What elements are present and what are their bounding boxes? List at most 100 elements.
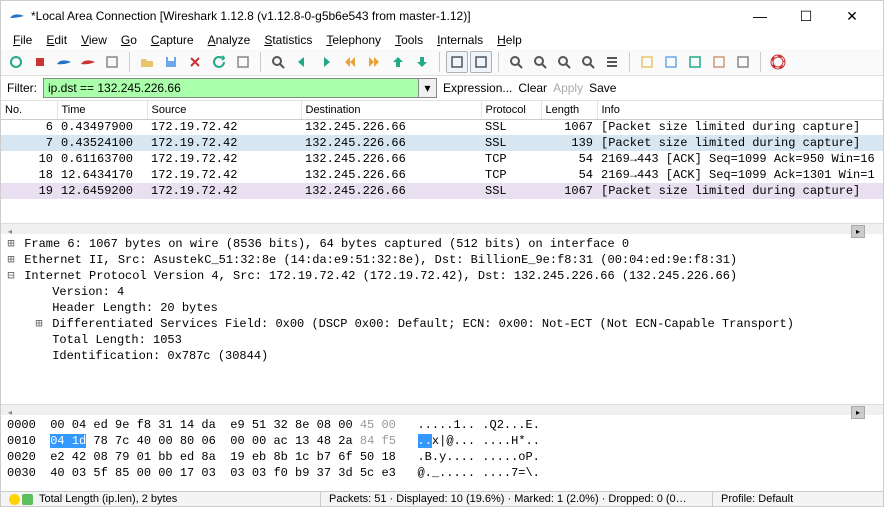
cell: 19 bbox=[1, 183, 57, 199]
column-protocol[interactable]: Protocol bbox=[481, 101, 541, 119]
packet-details-pane[interactable]: ⊞ Frame 6: 1067 bytes on wire (8536 bits… bbox=[1, 234, 883, 404]
hex-line[interactable]: 0010 04 1d 78 7c 40 00 80 06 00 00 ac 13… bbox=[7, 433, 877, 449]
expert-info-icon[interactable] bbox=[9, 494, 33, 505]
packet-row[interactable]: 100.61163700172.19.72.42132.245.226.66TC… bbox=[1, 151, 883, 167]
expression-button[interactable]: Expression... bbox=[443, 81, 512, 95]
cell: SSL bbox=[481, 183, 541, 199]
filter-dropdown[interactable]: ▾ bbox=[419, 78, 437, 98]
packet-row[interactable]: 70.43524100172.19.72.42132.245.226.66SSL… bbox=[1, 135, 883, 151]
detail-text: Identification: 0x787c (30844) bbox=[45, 349, 268, 363]
menu-statistics[interactable]: Statistics bbox=[258, 31, 318, 49]
cell: 1067 bbox=[541, 183, 597, 199]
menu-internals[interactable]: Internals bbox=[431, 31, 489, 49]
checkbox-icon[interactable] bbox=[684, 51, 706, 73]
cell: 1067 bbox=[541, 119, 597, 135]
menu-view[interactable]: View bbox=[75, 31, 113, 49]
window-title: *Local Area Connection [Wireshark 1.12.8… bbox=[31, 9, 737, 23]
status-profile[interactable]: Profile: Default bbox=[713, 492, 883, 506]
packet-row[interactable]: 1912.6459200172.19.72.42132.245.226.66SS… bbox=[1, 183, 883, 199]
up-arrow-icon[interactable] bbox=[387, 51, 409, 73]
packet-row[interactable]: 60.43497900172.19.72.42132.245.226.66SSL… bbox=[1, 119, 883, 135]
folder-icon[interactable] bbox=[136, 51, 158, 73]
detail-row[interactable]: Header Length: 20 bytes bbox=[5, 300, 879, 316]
minimize-button[interactable]: — bbox=[737, 1, 783, 31]
packet-list-hscroll[interactable]: ◂▸ bbox=[1, 223, 883, 234]
hex-line[interactable]: 0020 e2 42 08 79 01 bb ed 8a 19 eb 8b 1c… bbox=[7, 449, 877, 465]
detail-text: Total Length: 1053 bbox=[45, 333, 182, 347]
cell: TCP bbox=[481, 167, 541, 183]
stop-icon[interactable] bbox=[29, 51, 51, 73]
menu-tools[interactable]: Tools bbox=[389, 31, 429, 49]
record-icon[interactable] bbox=[5, 51, 27, 73]
packet-bytes-pane[interactable]: 0000 00 04 ed 9e f8 31 14 da e9 51 32 8e… bbox=[1, 415, 883, 491]
maximize-button[interactable]: ☐ bbox=[783, 1, 829, 31]
column-time[interactable]: Time bbox=[57, 101, 147, 119]
expand-icon[interactable]: ⊞ bbox=[5, 252, 17, 268]
clear-button[interactable]: Clear bbox=[518, 81, 547, 95]
back-green-icon[interactable] bbox=[291, 51, 313, 73]
collapse-icon[interactable]: ⊟ bbox=[5, 268, 17, 284]
find-icon[interactable] bbox=[267, 51, 289, 73]
zoom-in-icon[interactable] bbox=[505, 51, 527, 73]
print-icon[interactable] bbox=[232, 51, 254, 73]
reload-icon[interactable] bbox=[208, 51, 230, 73]
resize-cols-icon[interactable] bbox=[601, 51, 623, 73]
status-stats: Packets: 51 · Displayed: 10 (19.6%) · Ma… bbox=[321, 492, 713, 506]
apply-button[interactable]: Apply bbox=[553, 81, 583, 95]
menu-edit[interactable]: Edit bbox=[40, 31, 73, 49]
menu-file[interactable]: File bbox=[7, 31, 38, 49]
save-button[interactable]: Save bbox=[589, 81, 616, 95]
packet-row[interactable]: 1812.6434170172.19.72.42132.245.226.66TC… bbox=[1, 167, 883, 183]
save-icon[interactable] bbox=[160, 51, 182, 73]
preferences-icon[interactable] bbox=[101, 51, 123, 73]
chat-icon[interactable] bbox=[636, 51, 658, 73]
menu-analyze[interactable]: Analyze bbox=[202, 31, 257, 49]
down-arrow-icon[interactable] bbox=[411, 51, 433, 73]
detail-row[interactable]: Total Length: 1053 bbox=[5, 332, 879, 348]
packet-list-pane[interactable]: No.TimeSourceDestinationProtocolLengthIn… bbox=[1, 101, 883, 223]
zoom-fit-icon[interactable] bbox=[577, 51, 599, 73]
detail-row[interactable]: ⊟ Internet Protocol Version 4, Src: 172.… bbox=[5, 268, 879, 284]
rewind-icon[interactable] bbox=[339, 51, 361, 73]
menu-capture[interactable]: Capture bbox=[145, 31, 200, 49]
close-icon[interactable] bbox=[184, 51, 206, 73]
shark-red-icon[interactable] bbox=[77, 51, 99, 73]
cell: 7 bbox=[1, 135, 57, 151]
details-hscroll[interactable]: ◂▸ bbox=[1, 404, 883, 415]
gear-icon[interactable] bbox=[732, 51, 754, 73]
zoom-actual-icon[interactable] bbox=[553, 51, 575, 73]
menu-help[interactable]: Help bbox=[491, 31, 528, 49]
wrench-icon[interactable] bbox=[708, 51, 730, 73]
hex-line[interactable]: 0000 00 04 ed 9e f8 31 14 da e9 51 32 8e… bbox=[7, 417, 877, 433]
group2-icon[interactable] bbox=[470, 51, 492, 73]
column-destination[interactable]: Destination bbox=[301, 101, 481, 119]
app-icon bbox=[9, 8, 25, 24]
close-button[interactable]: ✕ bbox=[829, 1, 875, 31]
zoom-out-icon[interactable] bbox=[529, 51, 551, 73]
group1-icon[interactable] bbox=[446, 51, 468, 73]
statusbar: Total Length (ip.len), 2 bytes Packets: … bbox=[1, 491, 883, 506]
menu-go[interactable]: Go bbox=[115, 31, 143, 49]
detail-row[interactable]: ⊞ Ethernet II, Src: AsustekC_51:32:8e (1… bbox=[5, 252, 879, 268]
menu-telephony[interactable]: Telephony bbox=[320, 31, 387, 49]
ffwd-icon[interactable] bbox=[363, 51, 385, 73]
column-length[interactable]: Length bbox=[541, 101, 597, 119]
detail-row[interactable]: Identification: 0x787c (30844) bbox=[5, 348, 879, 364]
cell: TCP bbox=[481, 151, 541, 167]
detail-row[interactable]: ⊞ Frame 6: 1067 bytes on wire (8536 bits… bbox=[5, 236, 879, 252]
column-source[interactable]: Source bbox=[147, 101, 301, 119]
column-no[interactable]: No. bbox=[1, 101, 57, 119]
column-info[interactable]: Info bbox=[597, 101, 883, 119]
expand-icon[interactable]: ⊞ bbox=[33, 316, 45, 332]
filter-icon[interactable] bbox=[660, 51, 682, 73]
expand-icon[interactable]: ⊞ bbox=[5, 236, 17, 252]
help-icon[interactable] bbox=[767, 51, 789, 73]
cell: 12.6459200 bbox=[57, 183, 147, 199]
fwd-green-icon[interactable] bbox=[315, 51, 337, 73]
detail-row[interactable]: ⊞ Differentiated Services Field: 0x00 (D… bbox=[5, 316, 879, 332]
hex-line[interactable]: 0030 40 03 5f 85 00 00 17 03 03 03 f0 b9… bbox=[7, 465, 877, 481]
shark-icon[interactable] bbox=[53, 51, 75, 73]
filter-input[interactable] bbox=[43, 78, 419, 98]
detail-row[interactable]: Version: 4 bbox=[5, 284, 879, 300]
cell: SSL bbox=[481, 135, 541, 151]
